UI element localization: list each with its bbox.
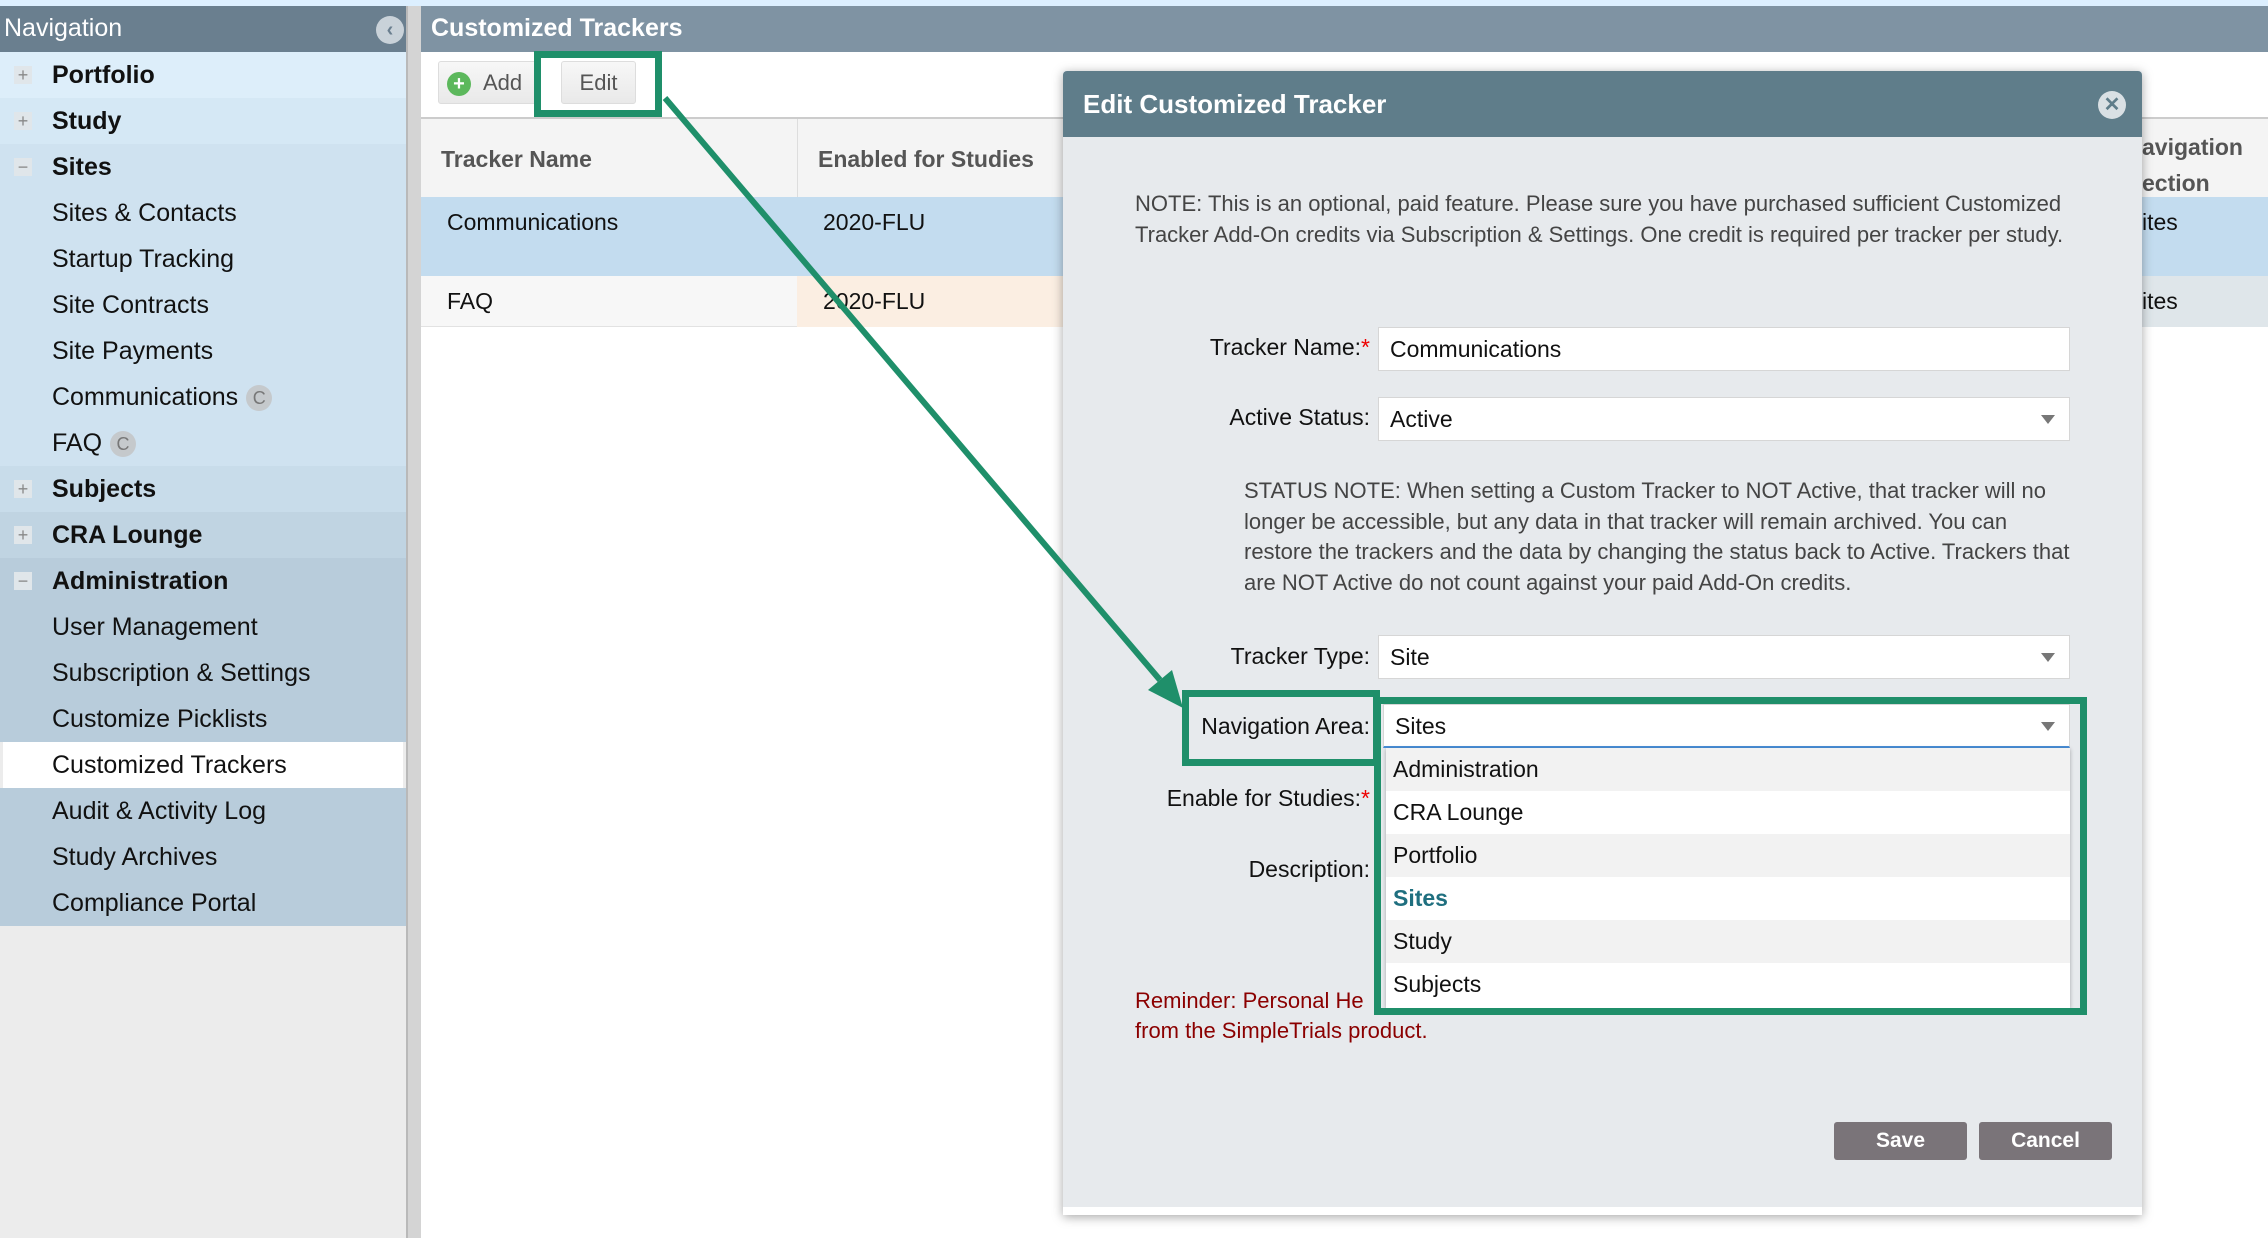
arrow-line xyxy=(662,96,1163,682)
annotation-arrow xyxy=(662,96,1183,708)
